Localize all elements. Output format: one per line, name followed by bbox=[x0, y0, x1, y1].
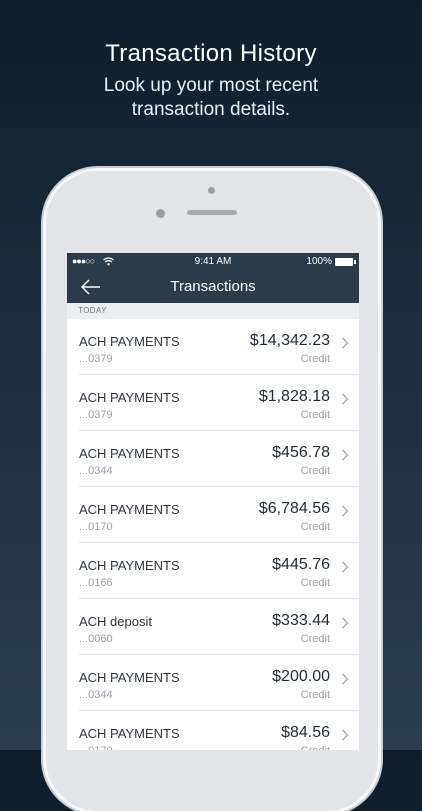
chevron-right-icon bbox=[342, 505, 349, 517]
status-bar: ●●●○○ 9:41 AM 100% bbox=[67, 253, 359, 271]
chevron-right-icon bbox=[342, 393, 349, 405]
transaction-type: Credit bbox=[300, 465, 330, 477]
transaction-name: ACH PAYMENTS bbox=[79, 334, 180, 349]
transaction-row[interactable]: ACH PAYMENTS ...0344 $456.78 Credit bbox=[79, 431, 359, 487]
transaction-type: Credit bbox=[300, 689, 330, 701]
battery-icon bbox=[335, 257, 356, 266]
transaction-amount: $456.78 bbox=[272, 444, 330, 461]
transaction-name: ACH PAYMENTS bbox=[79, 670, 180, 685]
transaction-amount: $1,828.18 bbox=[258, 388, 330, 405]
transaction-name: ACH PAYMENTS bbox=[79, 446, 180, 461]
transaction-row[interactable]: ACH PAYMENTS ...0170 $6,784.56 Credit bbox=[79, 487, 359, 543]
transaction-amount: $84.56 bbox=[281, 724, 330, 741]
transaction-name: ACH PAYMENTS bbox=[79, 726, 180, 741]
transaction-row[interactable]: ACH deposit ...0060 $333.44 Credit bbox=[79, 599, 359, 655]
transaction-account: ...0166 bbox=[79, 577, 113, 589]
chevron-right-icon bbox=[342, 729, 349, 741]
transaction-amount: $14,342.23 bbox=[249, 332, 330, 349]
promo-subtitle: Look up your most recent transaction det… bbox=[0, 74, 422, 122]
transaction-account: ...0344 bbox=[79, 465, 113, 477]
transaction-type: Credit bbox=[300, 521, 330, 533]
transaction-type: Credit bbox=[300, 577, 330, 589]
transaction-account: ...0344 bbox=[79, 689, 113, 701]
transaction-account: ...0170 bbox=[79, 521, 113, 533]
chevron-right-icon bbox=[342, 337, 349, 349]
promo-subtitle-line-1: Look up your most recent bbox=[103, 75, 319, 96]
transaction-name: ACH deposit bbox=[79, 614, 152, 629]
earpiece-speaker bbox=[187, 210, 237, 215]
transaction-amount: $200.00 bbox=[272, 668, 330, 685]
transaction-row[interactable]: ACH PAYMENTS ...0344 $200.00 Credit bbox=[79, 655, 359, 711]
chevron-right-icon bbox=[342, 449, 349, 461]
chevron-right-icon bbox=[342, 561, 349, 573]
transaction-account: ...0379 bbox=[79, 353, 113, 365]
transaction-amount: $445.76 bbox=[272, 556, 330, 573]
transaction-type: Credit bbox=[300, 409, 330, 421]
phone-screen: ●●●○○ 9:41 AM 100% Transactions TODAY AC… bbox=[67, 253, 359, 750]
transaction-amount: $6,784.56 bbox=[258, 500, 330, 517]
nav-bar: Transactions bbox=[67, 271, 359, 303]
chevron-right-icon bbox=[342, 673, 349, 685]
page-title: Transactions bbox=[170, 278, 256, 295]
transaction-account: ...0170 bbox=[79, 745, 113, 750]
chevron-right-icon bbox=[342, 617, 349, 629]
battery-indicator: 100% bbox=[306, 256, 356, 267]
transaction-name: ACH PAYMENTS bbox=[79, 502, 180, 517]
transaction-row[interactable]: ACH PAYMENTS ...0379 $14,342.23 Credit bbox=[79, 319, 359, 375]
proximity-sensor bbox=[208, 187, 215, 194]
battery-percent: 100% bbox=[306, 256, 332, 267]
transaction-account: ...0379 bbox=[79, 409, 113, 421]
transaction-type: Credit bbox=[300, 633, 330, 645]
section-header-today: TODAY bbox=[67, 303, 359, 319]
transaction-name: ACH PAYMENTS bbox=[79, 390, 180, 405]
transaction-row[interactable]: ACH PAYMENTS ...0379 $1,828.18 Credit bbox=[79, 375, 359, 431]
transaction-type: Credit bbox=[301, 745, 330, 750]
transaction-type: Credit bbox=[300, 353, 330, 365]
transaction-name: ACH PAYMENTS bbox=[79, 558, 180, 573]
promo-title: Transaction History bbox=[105, 40, 317, 67]
transaction-account: ...0060 bbox=[79, 633, 113, 645]
transaction-row[interactable]: ACH PAYMENTS ...0166 $445.76 Credit bbox=[79, 543, 359, 599]
transaction-amount: $333.44 bbox=[272, 612, 330, 629]
transaction-row[interactable]: ACH PAYMENTS ...0170 $84.56 Credit bbox=[79, 711, 359, 750]
front-camera bbox=[156, 209, 165, 218]
promo-subtitle-line-2: transaction details. bbox=[131, 99, 291, 120]
transaction-list: ACH PAYMENTS ...0379 $14,342.23 Credit ACH P… bbox=[67, 319, 359, 750]
